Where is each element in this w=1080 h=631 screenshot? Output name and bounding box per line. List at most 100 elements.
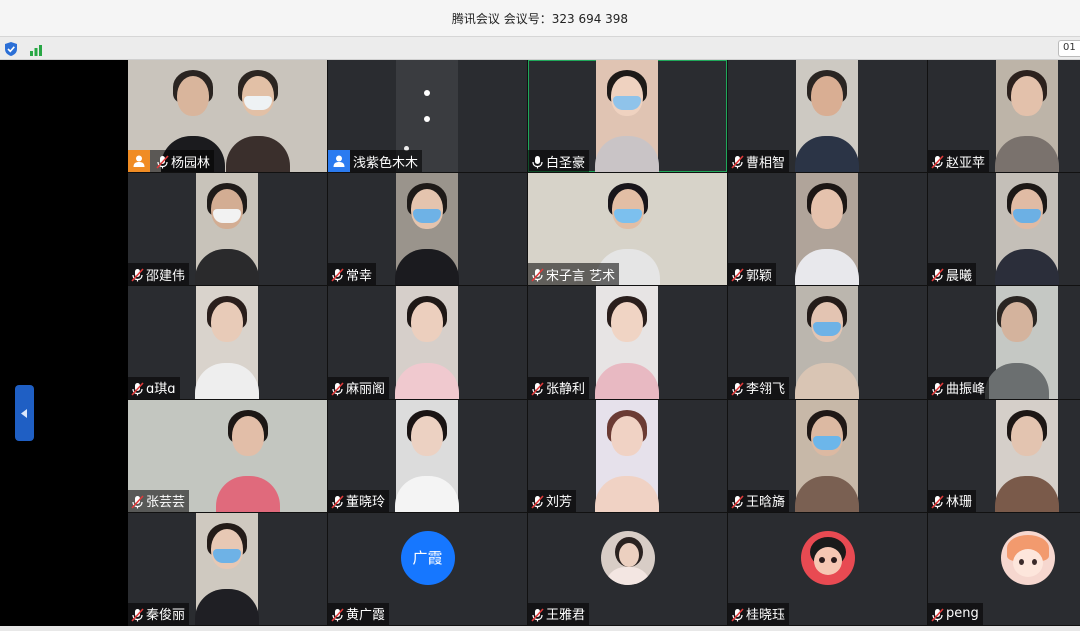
participant-name-label: 李翎飞 xyxy=(728,376,790,399)
participant-tile[interactable]: 晨曦 xyxy=(928,173,1080,287)
participant-name: 李翎飞 xyxy=(746,382,786,398)
participant-avatar xyxy=(600,530,655,585)
microphone-muted-icon xyxy=(931,494,944,509)
signal-icon[interactable] xyxy=(28,41,44,57)
participant-name-label: 常幸 xyxy=(328,263,377,286)
participant-tile[interactable]: 曹相智 xyxy=(728,60,928,174)
meeting-timer: 01 xyxy=(1058,40,1080,57)
participant-name: 曲振峰 xyxy=(946,382,986,398)
microphone-muted-icon xyxy=(331,381,344,396)
participant-name: 王雅君 xyxy=(546,608,586,624)
participant-name-label: 董晓玲 xyxy=(328,489,390,512)
participant-tile[interactable]: 董晓玲 xyxy=(328,399,528,513)
participant-video xyxy=(995,399,1059,512)
participant-name-label: 黄广霞 xyxy=(328,602,390,625)
participant-tile[interactable]: ɑ琪ɑ xyxy=(128,286,328,400)
participant-name: 麻丽阁 xyxy=(346,382,386,398)
chevron-left-icon xyxy=(21,409,27,418)
shield-icon[interactable] xyxy=(4,41,20,57)
participant-name: peng xyxy=(946,606,979,622)
participant-tile[interactable]: 宋子言 艺术 xyxy=(528,173,728,287)
participant-name: 郭颖 xyxy=(746,268,773,284)
participant-tile[interactable]: 张芸芸 xyxy=(128,399,328,513)
participant-avatar: 广霞 xyxy=(400,530,455,585)
participant-tile[interactable]: 李翎飞 xyxy=(728,286,928,400)
participant-name: 常幸 xyxy=(346,268,373,284)
participant-name-label: 曲振峰 xyxy=(928,376,990,399)
participant-name-label: 秦俊丽 xyxy=(128,602,190,625)
participant-tile[interactable]: 麻丽阁 xyxy=(328,286,528,400)
participant-name-label: peng xyxy=(928,602,983,625)
participant-tile[interactable]: 郭颖 xyxy=(728,173,928,287)
participant-name: 浅紫色木木 xyxy=(353,155,419,171)
participant-video xyxy=(395,399,459,512)
microphone-muted-icon xyxy=(731,494,744,509)
participant-tile[interactable]: 邵建伟 xyxy=(128,173,328,287)
participant-video xyxy=(795,173,859,286)
host-user-icon xyxy=(128,150,150,173)
participant-tile[interactable]: 桂晓珏 xyxy=(728,512,928,626)
participant-name: 张芸芸 xyxy=(146,495,186,511)
microphone-muted-icon xyxy=(131,607,144,622)
participant-name-label: 赵亚苹 xyxy=(928,150,990,173)
participant-name: 晨曦 xyxy=(946,268,973,284)
participant-name-label: 白圣豪 xyxy=(528,150,590,173)
microphone-muted-icon xyxy=(731,381,744,396)
microphone-muted-icon xyxy=(731,267,744,282)
microphone-muted-icon xyxy=(931,607,944,622)
participant-tile[interactable]: 杨园林 xyxy=(128,60,328,174)
participant-name-label: 宋子言 艺术 xyxy=(528,263,620,286)
participant-name-label: 王雅君 xyxy=(528,602,590,625)
participant-tile[interactable]: 林珊 xyxy=(928,399,1080,513)
participant-avatar xyxy=(1000,530,1055,585)
participant-tile[interactable]: 白圣豪 xyxy=(528,60,728,174)
participant-name-label: 晨曦 xyxy=(928,263,977,286)
participant-tile[interactable]: 赵亚苹 xyxy=(928,60,1080,174)
microphone-muted-icon xyxy=(331,267,344,282)
participant-name-label: 麻丽阁 xyxy=(328,376,390,399)
participant-video xyxy=(195,286,259,399)
microphone-icon xyxy=(531,154,544,169)
microphone-muted-icon xyxy=(731,154,744,169)
participant-name-label: 邵建伟 xyxy=(128,263,190,286)
microphone-muted-icon xyxy=(331,607,344,622)
microphone-muted-icon xyxy=(531,381,544,396)
participant-name: 张静利 xyxy=(546,382,586,398)
participant-name-label: 林珊 xyxy=(928,489,977,512)
participant-name-label: 杨园林 xyxy=(128,150,215,173)
bottom-bar xyxy=(0,626,1080,631)
participant-name: 曹相智 xyxy=(746,155,786,171)
participant-name: 王晗旖 xyxy=(746,495,786,511)
collapse-panel-button[interactable] xyxy=(15,385,34,441)
participant-name-label: 郭颖 xyxy=(728,263,777,286)
participant-tile[interactable]: 曲振峰 xyxy=(928,286,1080,400)
participant-tile[interactable]: 王雅君 xyxy=(528,512,728,626)
participant-tile[interactable]: 刘芳 xyxy=(528,399,728,513)
participant-video xyxy=(985,286,1058,399)
participant-tile[interactable]: 浅紫色木木 xyxy=(328,60,528,174)
participant-tile[interactable]: 常幸 xyxy=(328,173,528,287)
microphone-muted-icon xyxy=(131,381,144,396)
participant-tile[interactable]: 秦俊丽 xyxy=(128,512,328,626)
microphone-muted-icon xyxy=(131,494,144,509)
participant-video xyxy=(195,173,259,286)
participant-name: ɑ琪ɑ xyxy=(146,382,176,398)
participant-tile[interactable]: 张静利 xyxy=(528,286,728,400)
participant-name: 秦俊丽 xyxy=(146,608,186,624)
participant-tile[interactable]: peng xyxy=(928,512,1080,626)
participant-name: 赵亚苹 xyxy=(946,155,986,171)
participant-name: 林珊 xyxy=(946,495,973,511)
participant-name-label: 刘芳 xyxy=(528,489,577,512)
participant-video xyxy=(995,173,1059,286)
participant-name-label: 曹相智 xyxy=(728,150,790,173)
microphone-muted-icon xyxy=(931,381,944,396)
participant-video xyxy=(195,512,259,625)
window-title-bar: 腾讯会议 会议号：323 694 398 xyxy=(0,0,1080,36)
cohost-user-icon xyxy=(328,150,350,173)
microphone-muted-icon xyxy=(331,494,344,509)
participant-tile[interactable]: 王晗旖 xyxy=(728,399,928,513)
participant-tile[interactable]: 广霞 黄广霞 xyxy=(328,512,528,626)
participant-video xyxy=(795,60,859,173)
participant-name: 白圣豪 xyxy=(546,155,586,171)
participant-video xyxy=(995,60,1059,173)
